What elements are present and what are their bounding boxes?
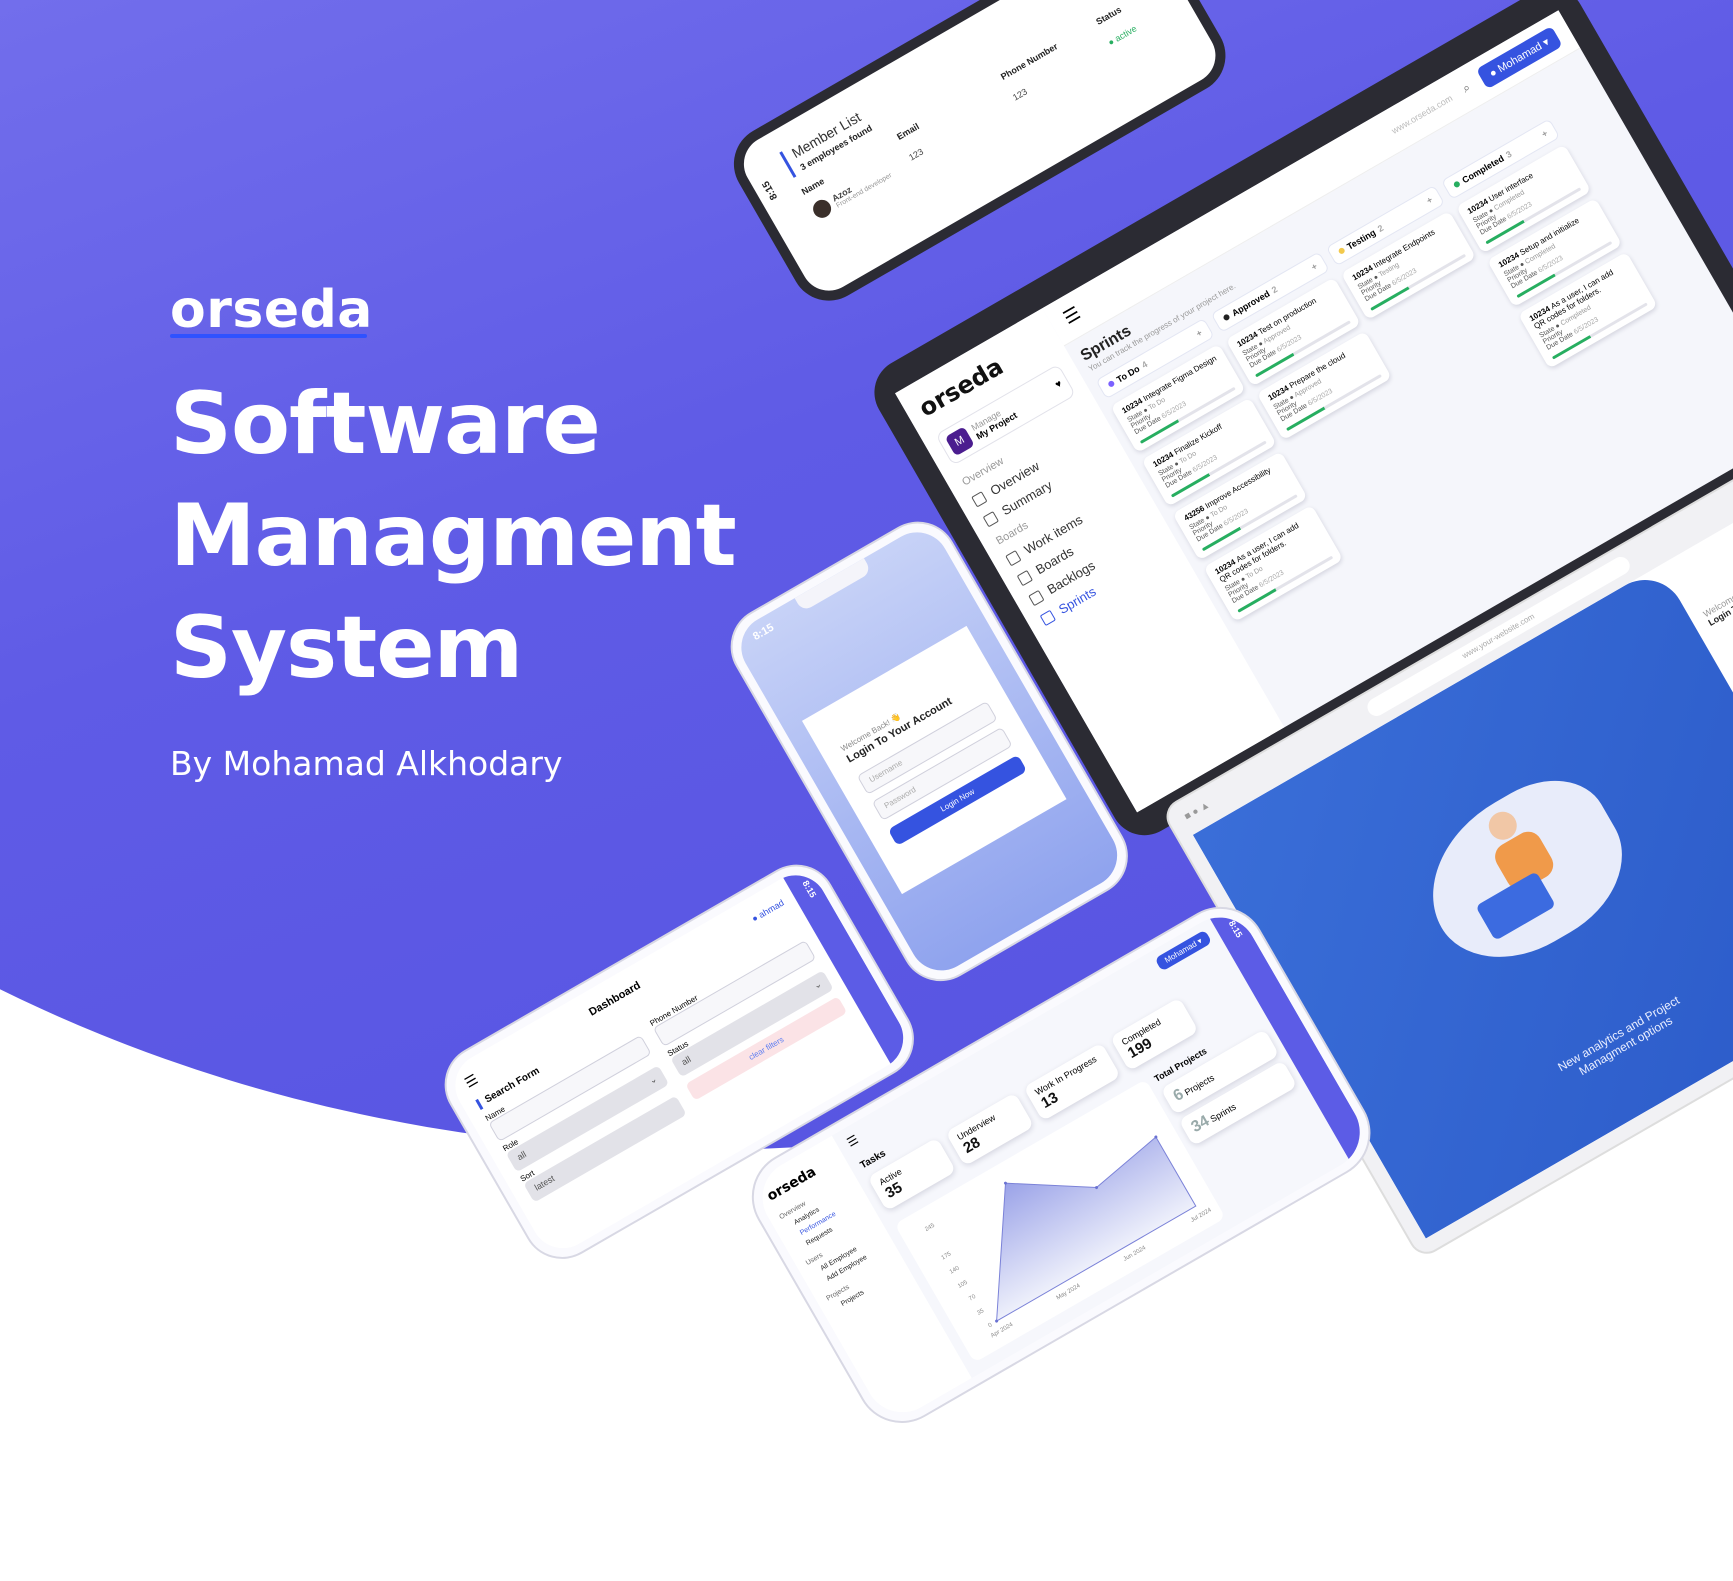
board-column: Completed 3 +10234 User interface State ● C… bbox=[1440, 118, 1658, 369]
work-items-icon bbox=[1004, 549, 1022, 566]
member-status: active bbox=[1113, 23, 1139, 44]
laptop-icon bbox=[1475, 871, 1557, 941]
column-count: 3 bbox=[1504, 148, 1514, 160]
status-dot-icon bbox=[1337, 246, 1346, 255]
user-name: Mohamad bbox=[1495, 40, 1545, 76]
brand-underline bbox=[170, 334, 367, 338]
x-tick-label: Apr 2024 bbox=[990, 1322, 1015, 1340]
user-name: ahmad bbox=[756, 897, 786, 920]
column-label: Testing bbox=[1345, 227, 1378, 252]
password-placeholder: Password bbox=[882, 784, 918, 811]
status-time: 8:15 bbox=[800, 878, 819, 900]
column-count: 2 bbox=[1269, 284, 1280, 296]
tasks-area-chart: 035 70 105 140 175 245 Apr 2024 May 2024 Jun 202… bbox=[924, 1135, 1213, 1340]
column-count: 2 bbox=[1375, 222, 1386, 235]
heart-icon[interactable]: ♥ bbox=[1053, 378, 1064, 390]
user-chip[interactable]: ● ahmad bbox=[750, 897, 786, 923]
add-icon[interactable]: + bbox=[1425, 195, 1435, 206]
hero-block: orseda Software Managment System By Moha… bbox=[170, 280, 737, 783]
hero-title-line-1: Software bbox=[170, 374, 601, 474]
status-value: all bbox=[679, 1054, 693, 1068]
add-icon[interactable]: + bbox=[1310, 261, 1320, 272]
column-label: To Do bbox=[1114, 363, 1142, 385]
y-tick-label: 105 bbox=[957, 1279, 969, 1290]
hero-byline: By Mohamad Alkhodary bbox=[170, 744, 563, 783]
y-tick-label: 35 bbox=[976, 1308, 985, 1317]
user-name: Mohamad bbox=[1162, 938, 1199, 965]
y-tick-label: 0 bbox=[988, 1322, 994, 1329]
y-tick-label: 175 bbox=[941, 1251, 953, 1262]
y-tick-label: 140 bbox=[949, 1265, 961, 1276]
grid-icon bbox=[970, 490, 988, 508]
projects-label: Projects bbox=[1182, 1072, 1217, 1098]
search-icon[interactable]: ⌕ bbox=[1460, 80, 1473, 96]
column-label: Approved bbox=[1230, 288, 1272, 319]
user-menu-button[interactable]: Mohamad ▾ bbox=[1154, 929, 1212, 972]
board-icon bbox=[1016, 569, 1033, 586]
sprint-icon bbox=[1039, 609, 1056, 626]
document-icon bbox=[982, 510, 999, 527]
window-controls-icon: ■ ● ▲ bbox=[1182, 799, 1212, 823]
status-time: 8:15 bbox=[1226, 918, 1245, 940]
tasks-chart-panel: 0 35 70 105 140 175 245 Apr 2024 May 2024 Jun 202… bbox=[894, 1079, 1226, 1363]
person-at-laptop-illustration bbox=[1401, 756, 1650, 987]
x-tick-label: Jun 2024 bbox=[1123, 1245, 1148, 1263]
status-dot-icon bbox=[1222, 313, 1231, 322]
brand-text: orseda bbox=[170, 280, 373, 340]
avatar bbox=[809, 196, 835, 222]
hero-title: Software Managment System bbox=[170, 368, 737, 704]
x-tick-label: May 2024 bbox=[1056, 1283, 1082, 1302]
hero-title-line-3: System bbox=[170, 598, 523, 698]
status-time: 8:15 bbox=[750, 621, 777, 643]
column-label: Completed bbox=[1460, 153, 1506, 186]
status-time: 8:15 bbox=[760, 178, 781, 202]
status-dot-icon bbox=[1452, 180, 1461, 189]
caption-line-2: Managment options bbox=[1576, 1013, 1675, 1079]
role-value: all bbox=[515, 1149, 529, 1163]
x-tick-label: Jul 2024 bbox=[1190, 1207, 1213, 1224]
sprints-label: Sprints bbox=[1208, 1101, 1238, 1125]
brand-logo: orseda bbox=[170, 280, 373, 340]
username-placeholder: Username bbox=[867, 758, 905, 785]
project-avatar: M bbox=[944, 426, 975, 457]
add-icon[interactable]: + bbox=[1540, 128, 1550, 139]
chevron-down-icon: ⌄ bbox=[811, 978, 824, 992]
menu-icon[interactable]: ☰ bbox=[844, 1132, 860, 1150]
column-count: 4 bbox=[1139, 359, 1150, 371]
chevron-down-icon: ⌄ bbox=[647, 1073, 659, 1087]
y-tick-label: 70 bbox=[968, 1294, 977, 1303]
status-dot-icon bbox=[1107, 379, 1116, 388]
hero-title-line-2: Managment bbox=[170, 486, 737, 586]
url-text: www.orseda.com bbox=[1389, 92, 1454, 136]
backlog-icon bbox=[1027, 589, 1045, 606]
add-icon[interactable]: + bbox=[1194, 328, 1204, 339]
menu-icon[interactable]: ☰ bbox=[1060, 303, 1084, 329]
y-tick-label: 245 bbox=[924, 1222, 936, 1233]
